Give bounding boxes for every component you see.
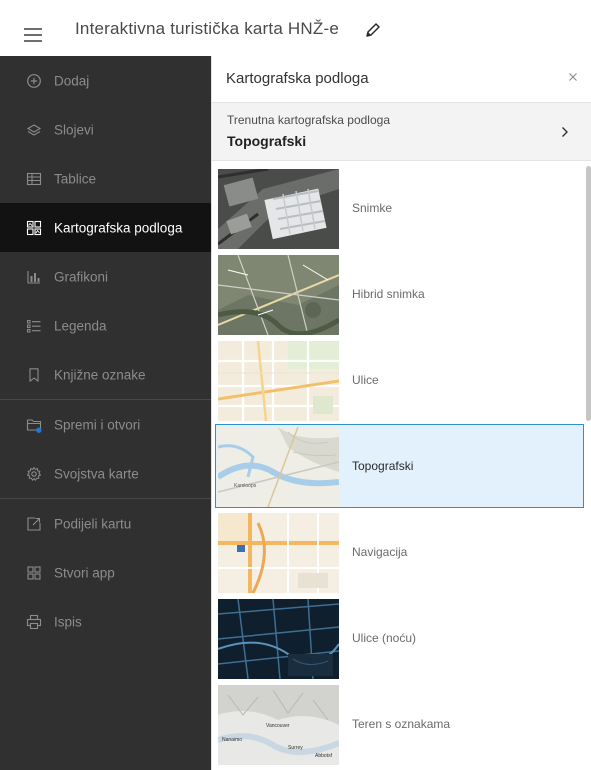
basemap-thumbnail <box>218 341 339 421</box>
basemap-item-ulice-nocu[interactable]: Ulice (noću) <box>215 596 584 680</box>
chevron-right-icon <box>560 125 570 139</box>
close-icon[interactable] <box>566 70 580 84</box>
basemap-item-navigacija[interactable]: Navigacija <box>215 510 584 594</box>
sidebar-item-label: Ispis <box>54 614 82 629</box>
terrain-place-label-1: Vancouver <box>266 723 290 729</box>
sidebar-item-podijeli-kartu[interactable]: Podijeli kartu <box>0 499 211 548</box>
sidebar-item-legenda[interactable]: Legenda <box>0 301 211 350</box>
basemap-item-snimke[interactable]: Snimke <box>215 166 584 250</box>
basemap-item-ulice[interactable]: Ulice <box>215 338 584 422</box>
terrain-place-label-3: Surrey <box>288 745 303 751</box>
sidebar-item-label: Knjižne oznake <box>54 367 146 382</box>
app-header: Interaktivna turistička karta HNŽ-e <box>0 0 591 56</box>
current-basemap-value: Topografski <box>227 133 307 149</box>
basemap-thumbnail <box>218 599 339 679</box>
basemap-thumbnail: Vancouver Nanaimo Surrey Abbotsf <box>218 685 339 765</box>
terrain-place-label-2: Nanaimo <box>222 737 242 743</box>
basemap-thumbnail: Kamloops <box>218 427 339 507</box>
basemap-label: Snimke <box>352 201 393 215</box>
current-basemap-caption: Trenutna kartografska podloga <box>227 113 390 127</box>
bookmark-icon <box>26 367 42 383</box>
basemap-item-hibrid-snimka[interactable]: Hibrid snimka <box>215 252 584 336</box>
basemap-label: Hibrid snimka <box>352 287 425 301</box>
sidebar-item-ispis[interactable]: Ispis <box>0 597 211 646</box>
bar-chart-icon <box>26 269 42 285</box>
sidebar-item-dodaj[interactable]: Dodaj <box>0 56 211 105</box>
apps-grid-icon <box>26 565 42 581</box>
print-icon <box>26 614 42 630</box>
legend-icon <box>26 318 42 334</box>
basemap-label: Navigacija <box>352 545 408 559</box>
sidebar-item-label: Podijeli kartu <box>54 516 132 531</box>
hamburger-icon[interactable] <box>24 28 42 42</box>
basemap-thumbnail <box>218 169 339 249</box>
sidebar-item-label: Slojevi <box>54 122 94 137</box>
sidebar-item-stvori-app[interactable]: Stvori app <box>0 548 211 597</box>
sidebar-item-label: Stvori app <box>54 565 115 580</box>
scrollbar-thumb[interactable] <box>586 166 591 421</box>
panel-header: Kartografska podloga <box>212 56 591 103</box>
plus-circle-icon <box>26 73 42 89</box>
panel-title: Kartografska podloga <box>226 70 369 87</box>
basemap-thumbnail <box>218 513 339 593</box>
gear-icon <box>26 466 42 482</box>
basemap-icon <box>26 220 42 236</box>
sidebar-item-grafikoni[interactable]: Grafikoni <box>0 252 211 301</box>
sidebar-item-label: Kartografska podloga <box>54 220 183 235</box>
current-basemap[interactable]: Trenutna kartografska podloga Topografsk… <box>212 103 591 161</box>
sidebar-item-label: Spremi i otvori <box>54 417 141 432</box>
app-root: Interaktivna turistička karta HNŽ-e Doda… <box>0 0 591 770</box>
basemap-gallery: Snimke Hibrid snimka Ulice Kamloops Topo… <box>212 166 584 770</box>
sidebar-item-slojevi[interactable]: Slojevi <box>0 105 211 154</box>
sidebar-item-knjizne-oznake[interactable]: Knjižne oznake <box>0 350 211 399</box>
basemap-thumbnail <box>218 255 339 335</box>
basemap-item-teren-s-oznakama[interactable]: Vancouver Nanaimo Surrey Abbotsf Teren s… <box>215 682 584 766</box>
sidebar-item-label: Grafikoni <box>54 269 109 284</box>
app-title: Interaktivna turistička karta HNŽ-e <box>75 19 339 38</box>
sidebar-item-label: Svojstva karte <box>54 466 139 481</box>
table-icon <box>26 171 42 187</box>
sidebar-item-label: Dodaj <box>54 73 90 88</box>
basemap-label: Ulice <box>352 373 379 387</box>
sidebar-item-svojstva-karte[interactable]: Svojstva karte <box>0 449 211 498</box>
gallery-scrollbar[interactable] <box>585 166 591 770</box>
basemap-label: Teren s oznakama <box>352 717 451 731</box>
basemap-label: Ulice (noću) <box>352 631 417 645</box>
pencil-icon[interactable] <box>363 20 383 40</box>
terrain-place-label-4: Abbotsf <box>315 753 333 759</box>
sidebar-item-spremi-i-otvori[interactable]: Spremi i otvori <box>0 400 211 449</box>
sidebar: Dodaj Slojevi Tablice Kartografska podlo… <box>0 56 211 770</box>
share-icon <box>26 516 42 532</box>
sidebar-item-tablice[interactable]: Tablice <box>0 154 211 203</box>
sidebar-item-label: Legenda <box>54 318 107 333</box>
topo-place-label: Kamloops <box>234 483 257 489</box>
basemap-label: Topografski <box>352 459 414 473</box>
layers-icon <box>26 122 42 138</box>
sidebar-item-label: Tablice <box>54 171 97 186</box>
basemap-item-topografski[interactable]: Kamloops Topografski <box>215 424 584 508</box>
basemap-panel: Kartografska podloga Trenutna kartografs… <box>211 56 591 770</box>
save-folder-icon <box>26 417 42 433</box>
sidebar-item-kartografska-podloga[interactable]: Kartografska podloga <box>0 203 211 252</box>
